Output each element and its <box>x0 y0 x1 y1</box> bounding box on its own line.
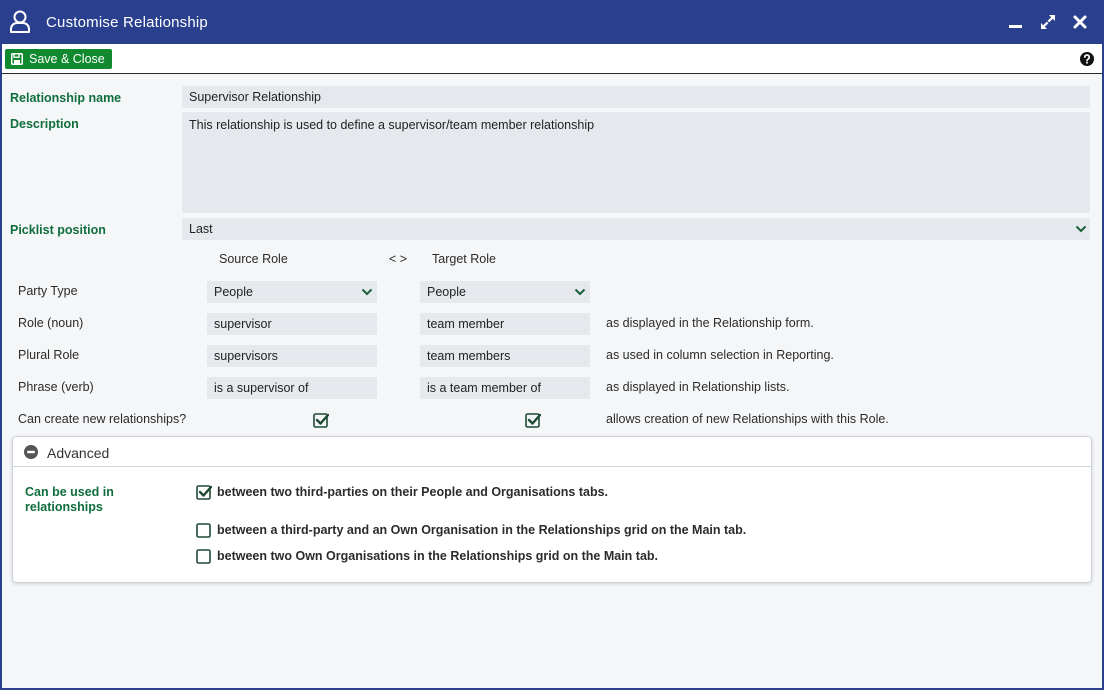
relationship-name-label: Relationship name <box>10 91 122 105</box>
window-title: Customise Relationship <box>46 14 208 31</box>
source-can-create-checkbox[interactable] <box>313 412 329 428</box>
advanced-panel-title: Advanced <box>47 445 110 461</box>
source-phrase-verb-input[interactable]: is a supervisor of <box>207 377 377 399</box>
option-own-organisation-label: between a third-party and an Own Organis… <box>217 523 747 537</box>
target-party-type-select[interactable]: People <box>420 281 590 303</box>
party-type-label: Party Type <box>18 284 78 298</box>
chevron-down-icon <box>1075 225 1087 233</box>
option-third-parties-label: between two third-parties on their Peopl… <box>217 485 609 499</box>
target-role-header: Target Role <box>432 252 496 266</box>
option-two-own-organisations-label: between two Own Organisations in the Rel… <box>217 549 659 563</box>
can-create-label: Can create new relationships? <box>18 412 187 426</box>
can-be-used-label: Can be used in relationships <box>25 485 114 514</box>
description-value: This relationship is used to define a su… <box>189 118 595 132</box>
source-plural-role-input[interactable]: supervisors <box>207 345 377 367</box>
plural-role-label: Plural Role <box>18 348 80 362</box>
target-phrase-verb-value: is a team member of <box>427 381 541 395</box>
close-icon[interactable] <box>1070 12 1090 32</box>
save-icon <box>11 53 23 65</box>
source-role-noun-input[interactable]: supervisor <box>207 313 377 335</box>
phrase-verb-label: Phrase (verb) <box>18 380 94 394</box>
source-role-header: Source Role <box>219 252 288 266</box>
user-icon <box>10 10 30 33</box>
description-textarea[interactable]: This relationship is used to define a su… <box>182 112 1090 213</box>
source-phrase-verb-value: is a supervisor of <box>214 381 309 395</box>
save-close-button[interactable]: Save & Close <box>5 49 112 69</box>
role-separator: < > <box>389 252 408 266</box>
save-close-label: Save & Close <box>29 52 105 66</box>
source-party-type-select[interactable]: People <box>207 281 377 303</box>
target-role-noun-value: team member <box>427 317 505 331</box>
minimize-icon[interactable] <box>1006 12 1026 32</box>
picklist-position-value: Last <box>189 222 213 236</box>
advanced-panel-header[interactable]: Advanced <box>13 437 1091 467</box>
source-party-type-value: People <box>214 285 253 299</box>
target-phrase-verb-input[interactable]: is a team member of <box>420 377 590 399</box>
option-own-organisation-checkbox[interactable] <box>196 522 212 538</box>
relationship-name-input[interactable]: Supervisor Relationship <box>182 86 1090 108</box>
relationship-name-value: Supervisor Relationship <box>189 90 322 104</box>
chevron-down-icon <box>574 288 586 296</box>
toolbar: Save & Close <box>2 44 1102 74</box>
can-create-note: allows creation of new Relationships wit… <box>606 412 889 426</box>
picklist-position-label: Picklist position <box>10 223 106 237</box>
title-bar: Customise Relationship <box>2 0 1102 44</box>
source-plural-role-value: supervisors <box>214 349 278 363</box>
option-two-own-organisations-checkbox[interactable] <box>196 548 212 564</box>
maximize-icon[interactable] <box>1038 12 1058 32</box>
help-icon[interactable] <box>1080 52 1094 66</box>
phrase-verb-note: as displayed in Relationship lists. <box>606 380 790 394</box>
target-plural-role-input[interactable]: team members <box>420 345 590 367</box>
collapse-minus-icon[interactable] <box>24 445 38 459</box>
source-role-noun-value: supervisor <box>214 317 272 331</box>
role-noun-note: as displayed in the Relationship form. <box>606 316 814 330</box>
advanced-panel: Advanced Can be used in relationships be… <box>12 436 1092 583</box>
target-plural-role-value: team members <box>427 349 511 363</box>
customise-relationship-window: Customise Relationship Save & Close Rela… <box>0 0 1104 690</box>
target-role-noun-input[interactable]: team member <box>420 313 590 335</box>
picklist-position-select[interactable]: Last <box>182 218 1090 240</box>
role-noun-label: Role (noun) <box>18 316 84 330</box>
description-label: Description <box>10 117 79 131</box>
chevron-down-icon <box>361 288 373 296</box>
option-third-parties-checkbox[interactable] <box>196 484 212 500</box>
target-party-type-value: People <box>427 285 466 299</box>
target-can-create-checkbox[interactable] <box>525 412 541 428</box>
plural-role-note: as used in column selection in Reporting… <box>606 348 834 362</box>
